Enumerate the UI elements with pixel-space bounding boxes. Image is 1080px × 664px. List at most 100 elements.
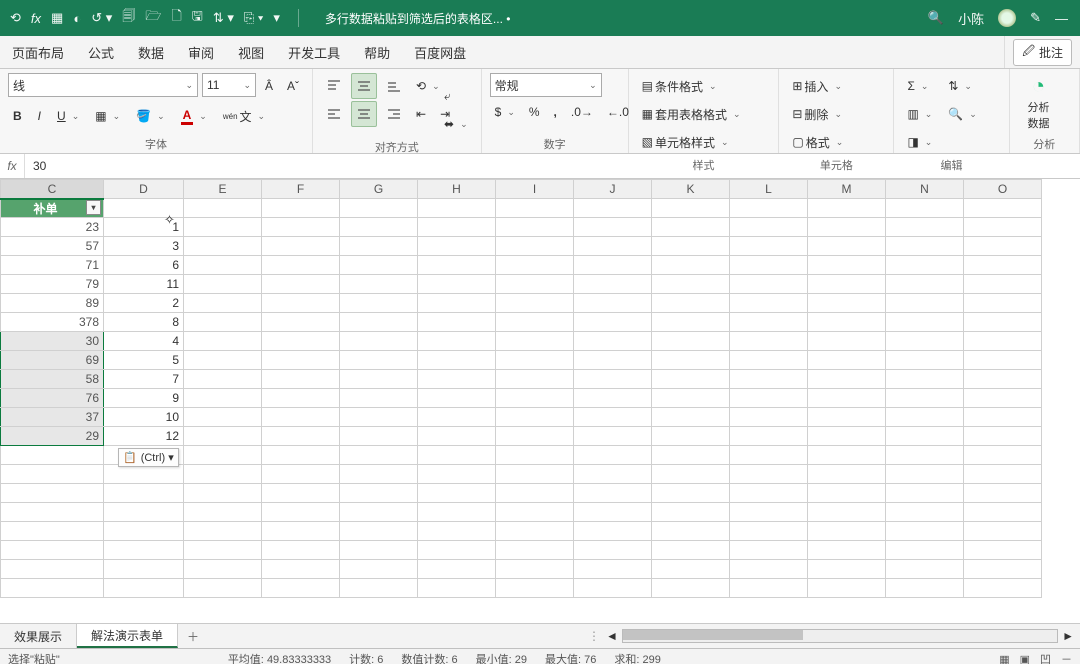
cell[interactable] xyxy=(652,389,730,408)
cell[interactable] xyxy=(262,237,340,256)
cell[interactable] xyxy=(262,408,340,427)
cell[interactable] xyxy=(496,560,574,579)
cell[interactable] xyxy=(730,484,808,503)
cell[interactable] xyxy=(652,313,730,332)
cell[interactable] xyxy=(808,294,886,313)
cell[interactable] xyxy=(808,541,886,560)
align-bottom-icon[interactable] xyxy=(381,73,407,99)
cell[interactable] xyxy=(964,275,1042,294)
cell[interactable] xyxy=(184,294,262,313)
cell[interactable] xyxy=(964,560,1042,579)
spreadsheet-grid[interactable]: CDEFGHIJKLMNO补单▾231573716791189237883046… xyxy=(0,179,1080,624)
cell[interactable] xyxy=(808,484,886,503)
cell[interactable] xyxy=(574,256,652,275)
cell[interactable] xyxy=(496,370,574,389)
sort-filter-button[interactable]: ⇅⌄ xyxy=(943,73,982,99)
cell[interactable]: 12 xyxy=(104,427,184,446)
cell-style-button[interactable]: ▧ 单元格样式⌄ xyxy=(637,129,734,155)
cell[interactable] xyxy=(1,465,104,484)
cell[interactable] xyxy=(184,256,262,275)
col-header-E[interactable]: E xyxy=(184,180,262,199)
cell[interactable] xyxy=(418,427,496,446)
cell[interactable] xyxy=(652,370,730,389)
cell[interactable] xyxy=(496,465,574,484)
cell[interactable] xyxy=(808,465,886,484)
cell[interactable] xyxy=(262,275,340,294)
table-format-button[interactable]: ▦ 套用表格格式⌄ xyxy=(637,101,746,127)
cell[interactable] xyxy=(808,579,886,598)
col-header-D[interactable]: D xyxy=(104,180,184,199)
cell[interactable] xyxy=(886,275,964,294)
cell[interactable]: 58 xyxy=(1,370,104,389)
folder-icon[interactable]: 🗁 xyxy=(145,7,161,29)
formula-value[interactable]: 30 xyxy=(25,154,1080,178)
cell[interactable] xyxy=(808,218,886,237)
cell[interactable] xyxy=(340,370,418,389)
cell[interactable] xyxy=(574,275,652,294)
tab-data[interactable]: 数据 xyxy=(126,36,176,68)
cell[interactable] xyxy=(886,294,964,313)
cell[interactable] xyxy=(574,351,652,370)
cell[interactable] xyxy=(652,560,730,579)
cell[interactable] xyxy=(104,522,184,541)
cell[interactable] xyxy=(340,332,418,351)
cell[interactable] xyxy=(104,465,184,484)
cell[interactable] xyxy=(340,579,418,598)
col-header-N[interactable]: N xyxy=(886,180,964,199)
cell[interactable] xyxy=(104,503,184,522)
cell[interactable] xyxy=(184,522,262,541)
cell[interactable] xyxy=(184,370,262,389)
cell[interactable] xyxy=(730,408,808,427)
align-middle-icon[interactable] xyxy=(351,73,377,99)
cell[interactable] xyxy=(340,275,418,294)
cell[interactable] xyxy=(808,389,886,408)
wrap-text-button[interactable]: ⤶ xyxy=(439,83,473,109)
cell[interactable] xyxy=(730,389,808,408)
cell[interactable] xyxy=(964,579,1042,598)
cell[interactable] xyxy=(574,522,652,541)
cell[interactable] xyxy=(418,503,496,522)
cell[interactable] xyxy=(1,484,104,503)
cell[interactable] xyxy=(730,427,808,446)
new-icon[interactable]: 🗋 xyxy=(171,7,181,29)
cell[interactable] xyxy=(262,465,340,484)
cell[interactable] xyxy=(340,218,418,237)
cell[interactable] xyxy=(418,332,496,351)
cell[interactable] xyxy=(418,560,496,579)
cell[interactable] xyxy=(652,427,730,446)
cell[interactable] xyxy=(886,237,964,256)
cell[interactable] xyxy=(964,522,1042,541)
cell[interactable] xyxy=(1,560,104,579)
cell[interactable] xyxy=(652,237,730,256)
clear-button[interactable]: ◨⌄ xyxy=(902,129,937,155)
cell[interactable]: 2 xyxy=(104,294,184,313)
cell[interactable] xyxy=(730,579,808,598)
cell[interactable] xyxy=(262,503,340,522)
cell[interactable] xyxy=(262,218,340,237)
cell[interactable] xyxy=(730,237,808,256)
percent-button[interactable]: % xyxy=(524,99,545,125)
cell[interactable] xyxy=(574,294,652,313)
cell[interactable] xyxy=(184,427,262,446)
cell[interactable] xyxy=(574,408,652,427)
cell[interactable] xyxy=(964,237,1042,256)
cell[interactable] xyxy=(808,351,886,370)
cell[interactable] xyxy=(886,256,964,275)
sort-icon[interactable]: ⇅ ▾ xyxy=(213,10,234,26)
cell[interactable] xyxy=(808,275,886,294)
cell[interactable] xyxy=(652,351,730,370)
cell[interactable] xyxy=(730,370,808,389)
merge-button[interactable]: ⬌⌄ xyxy=(439,111,473,137)
cell[interactable] xyxy=(730,465,808,484)
format-button[interactable]: ▢ 格式⌄ xyxy=(787,129,848,155)
cell[interactable] xyxy=(964,294,1042,313)
user-name[interactable]: 小陈 xyxy=(958,9,984,28)
conditional-format-button[interactable]: ▤ 条件格式⌄ xyxy=(637,73,722,99)
cell[interactable] xyxy=(574,313,652,332)
cell[interactable] xyxy=(574,370,652,389)
currency-button[interactable]: $⌄ xyxy=(490,99,520,125)
cell[interactable] xyxy=(964,446,1042,465)
cell[interactable] xyxy=(340,465,418,484)
cell[interactable] xyxy=(496,579,574,598)
cell[interactable]: 8 xyxy=(104,313,184,332)
